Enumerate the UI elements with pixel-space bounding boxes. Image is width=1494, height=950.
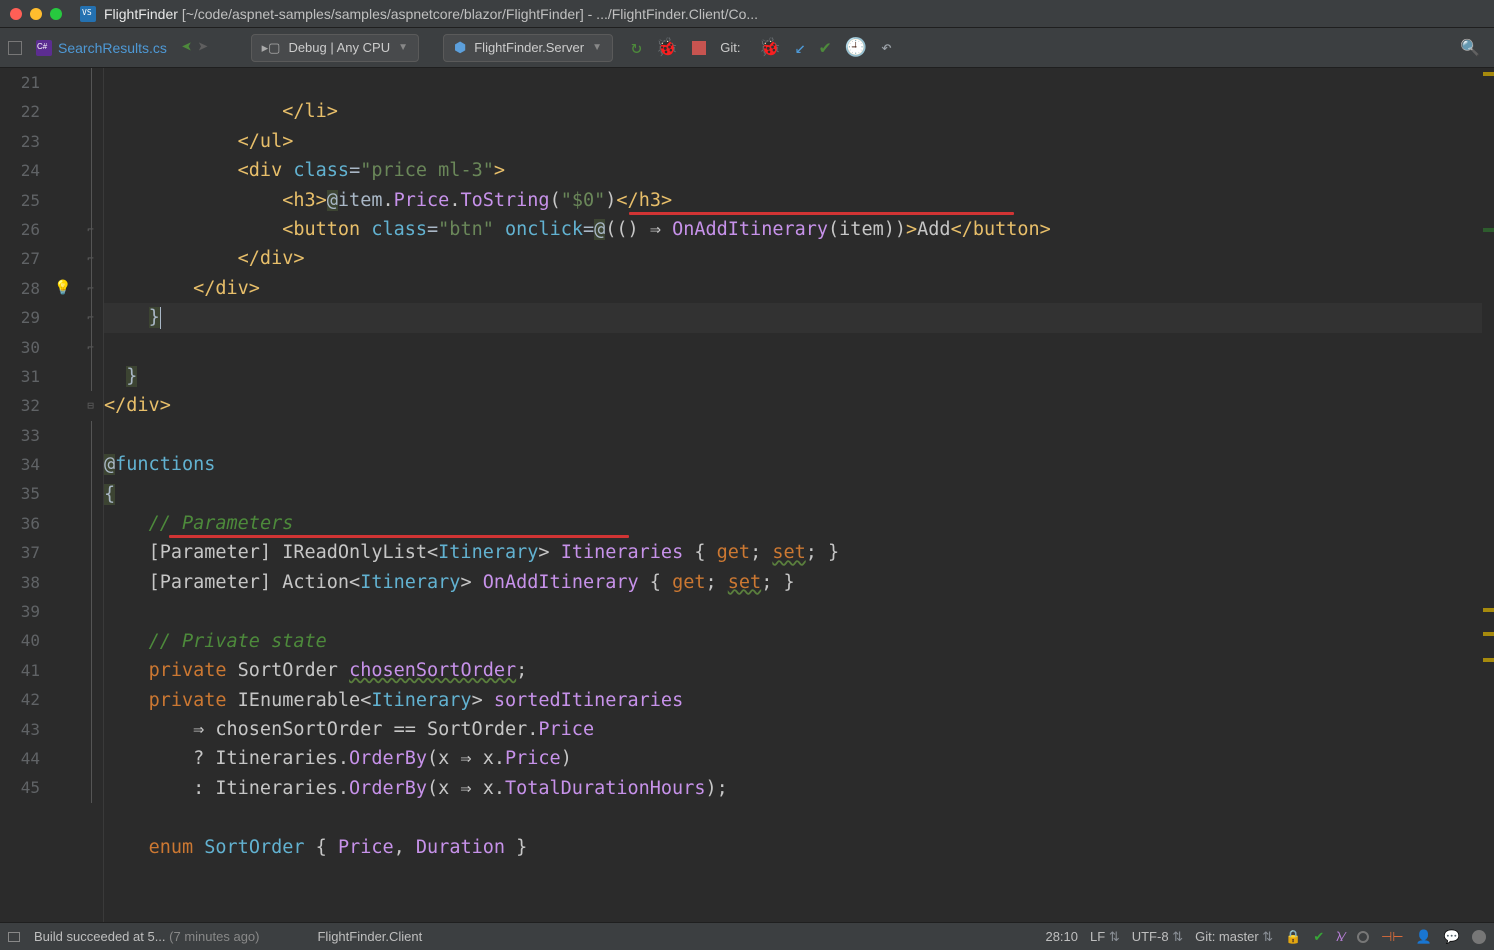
run-icon[interactable]: ↻ [631,37,642,58]
undo-icon[interactable]: ↶ [881,37,892,58]
stripe-marker[interactable] [1483,608,1494,612]
toolbar: SearchResults.cs ➤ ➤ ▸▢ Debug | Any CPU … [0,28,1494,68]
nav-forward-icon[interactable]: ➤ [198,37,209,58]
underline-annotation-1 [629,212,1014,215]
chevron-down-icon: ▼ [592,42,602,53]
lock-icon[interactable]: 🔒 [1285,929,1301,945]
csharp-file-icon [36,40,52,56]
stripe-marker[interactable] [1483,72,1494,76]
indicator-on-icon[interactable] [1472,930,1486,944]
fold-gutter[interactable]: ⌐⌐⌐⌐⌐⊟ [78,68,104,922]
dotnet-icon: ⬢ [454,39,466,56]
encoding[interactable]: UTF-8 ⇅ [1132,929,1183,945]
project-name[interactable]: FlightFinder.Client [317,929,422,944]
run-config-icon: ▸▢ [262,40,281,56]
sidebar-toggle-icon[interactable] [8,41,22,55]
line-gutter: 2122232425262728293031323334353637383940… [0,68,48,922]
git-label: Git: [720,40,740,55]
inspection-ok-icon[interactable]: ✔ [1313,929,1324,945]
app-icon [80,6,96,22]
stop-icon[interactable] [692,41,706,55]
debug-icon[interactable]: 🐞 [656,37,678,58]
build-status[interactable]: Build succeeded at 5... (7 minutes ago) [34,929,259,944]
status-bar: Build succeeded at 5... (7 minutes ago) … [0,922,1494,950]
run-server-dropdown[interactable]: ⬢ FlightFinder.Server ▼ [443,34,613,62]
git-commit-icon[interactable]: ✔ [820,37,831,58]
stripe-marker[interactable] [1483,632,1494,636]
close-window-icon[interactable] [10,8,22,20]
file-tab[interactable]: SearchResults.cs [28,36,175,60]
stripe-marker[interactable] [1483,658,1494,662]
editor[interactable]: 2122232425262728293031323334353637383940… [0,68,1494,922]
history-icon[interactable]: 🕘 [845,37,867,58]
run-config-dropdown[interactable]: ▸▢ Debug | Any CPU ▼ [251,34,419,62]
code-area[interactable]: </li> </ul> <div class="price ml-3"> <h3… [104,68,1482,922]
window-title: FlightFinder [~/code/aspnet-samples/samp… [104,6,758,22]
git-bug-icon[interactable]: 🐞 [758,37,780,58]
indicator-icon[interactable]: ⊣⊢ [1381,929,1404,945]
chevron-down-icon: ▼ [398,42,408,53]
underline-annotation-2 [169,535,629,538]
file-tab-label: SearchResults.cs [58,40,167,56]
nav-back-icon[interactable]: ➤ [181,37,192,58]
window-controls[interactable] [10,8,62,20]
maximize-window-icon[interactable] [50,8,62,20]
gutter-icons: 💡 [48,68,78,922]
git-branch[interactable]: Git: master ⇅ [1195,929,1273,945]
error-stripe[interactable] [1482,68,1494,922]
tool-window-icon[interactable] [8,932,20,942]
avatar-icon[interactable]: 👤 [1416,929,1432,945]
run-server-label: FlightFinder.Server [474,40,584,55]
caret-pos[interactable]: 28:10 [1045,929,1078,944]
git-pull-icon[interactable]: ↙ [795,37,806,58]
chat-icon[interactable]: 💬 [1444,929,1460,945]
stripe-marker[interactable] [1483,228,1494,232]
minimize-window-icon[interactable] [30,8,42,20]
line-ending[interactable]: LF ⇅ [1090,929,1120,945]
indicator-off-icon[interactable] [1357,931,1369,943]
search-icon[interactable]: 🔍 [1460,38,1480,57]
titlebar: FlightFinder [~/code/aspnet-samples/samp… [0,0,1494,28]
run-config-label: Debug | Any CPU [288,40,390,55]
memory-icon[interactable]: λ⁄ [1336,929,1345,944]
